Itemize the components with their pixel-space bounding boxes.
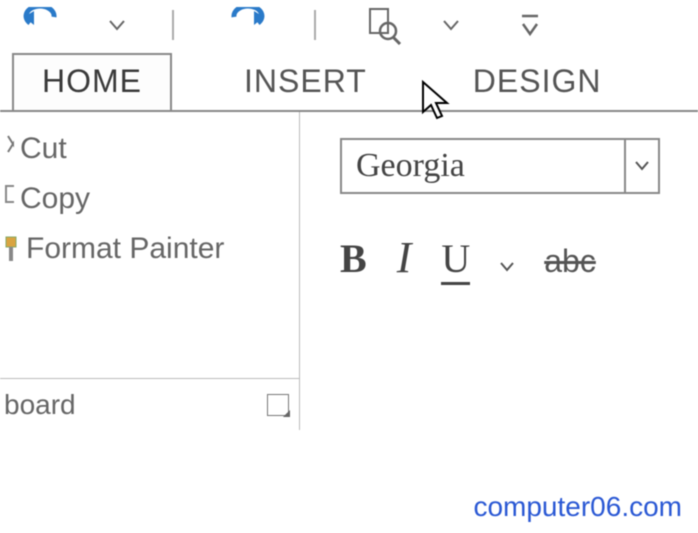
tab-insert[interactable]: INSERT: [216, 55, 395, 110]
bold-button[interactable]: B: [340, 235, 367, 282]
redo-button[interactable]: [220, 7, 268, 43]
preview-dropdown-icon[interactable]: [442, 19, 460, 31]
cut-icon: [4, 134, 14, 164]
underline-button[interactable]: U: [441, 235, 470, 285]
watermark: computer06.com: [473, 491, 682, 523]
qat-customize-button[interactable]: [520, 12, 540, 38]
separator: [172, 10, 174, 40]
copy-icon: [4, 184, 14, 214]
format-painter-icon: [4, 234, 20, 264]
format-painter-button[interactable]: Format Painter: [0, 224, 299, 274]
clipboard-group-label: board: [4, 389, 76, 421]
undo-button[interactable]: [20, 7, 68, 43]
font-group: Georgia B I U abc: [300, 112, 698, 430]
font-family-value: Georgia: [342, 147, 465, 185]
font-family-dropdown-icon[interactable]: [624, 140, 658, 192]
undo-dropdown-icon[interactable]: [108, 19, 126, 31]
format-painter-label: Format Painter: [26, 232, 224, 266]
cut-label: Cut: [20, 132, 67, 166]
font-family-select[interactable]: Georgia: [340, 138, 660, 194]
ribbon: Cut Copy Format Painter board Georgia: [0, 110, 698, 430]
copy-button[interactable]: Copy: [0, 174, 299, 224]
print-preview-icon[interactable]: [362, 5, 402, 45]
underline-dropdown-icon[interactable]: [500, 262, 514, 272]
clipboard-group: Cut Copy Format Painter board: [0, 112, 300, 430]
copy-label: Copy: [20, 182, 90, 216]
cut-button[interactable]: Cut: [0, 124, 299, 174]
clipboard-footer: board: [0, 378, 299, 430]
font-style-row: B I U abc: [340, 232, 678, 285]
italic-button[interactable]: I: [397, 232, 412, 283]
tab-home[interactable]: HOME: [12, 53, 172, 110]
quick-access-toolbar: [0, 0, 698, 50]
separator: [314, 10, 316, 40]
ribbon-tabs: HOME INSERT DESIGN: [0, 50, 698, 110]
clipboard-dialog-launcher-icon[interactable]: [267, 394, 289, 416]
tab-design[interactable]: DESIGN: [445, 55, 630, 110]
strikethrough-button[interactable]: abc: [544, 243, 596, 280]
